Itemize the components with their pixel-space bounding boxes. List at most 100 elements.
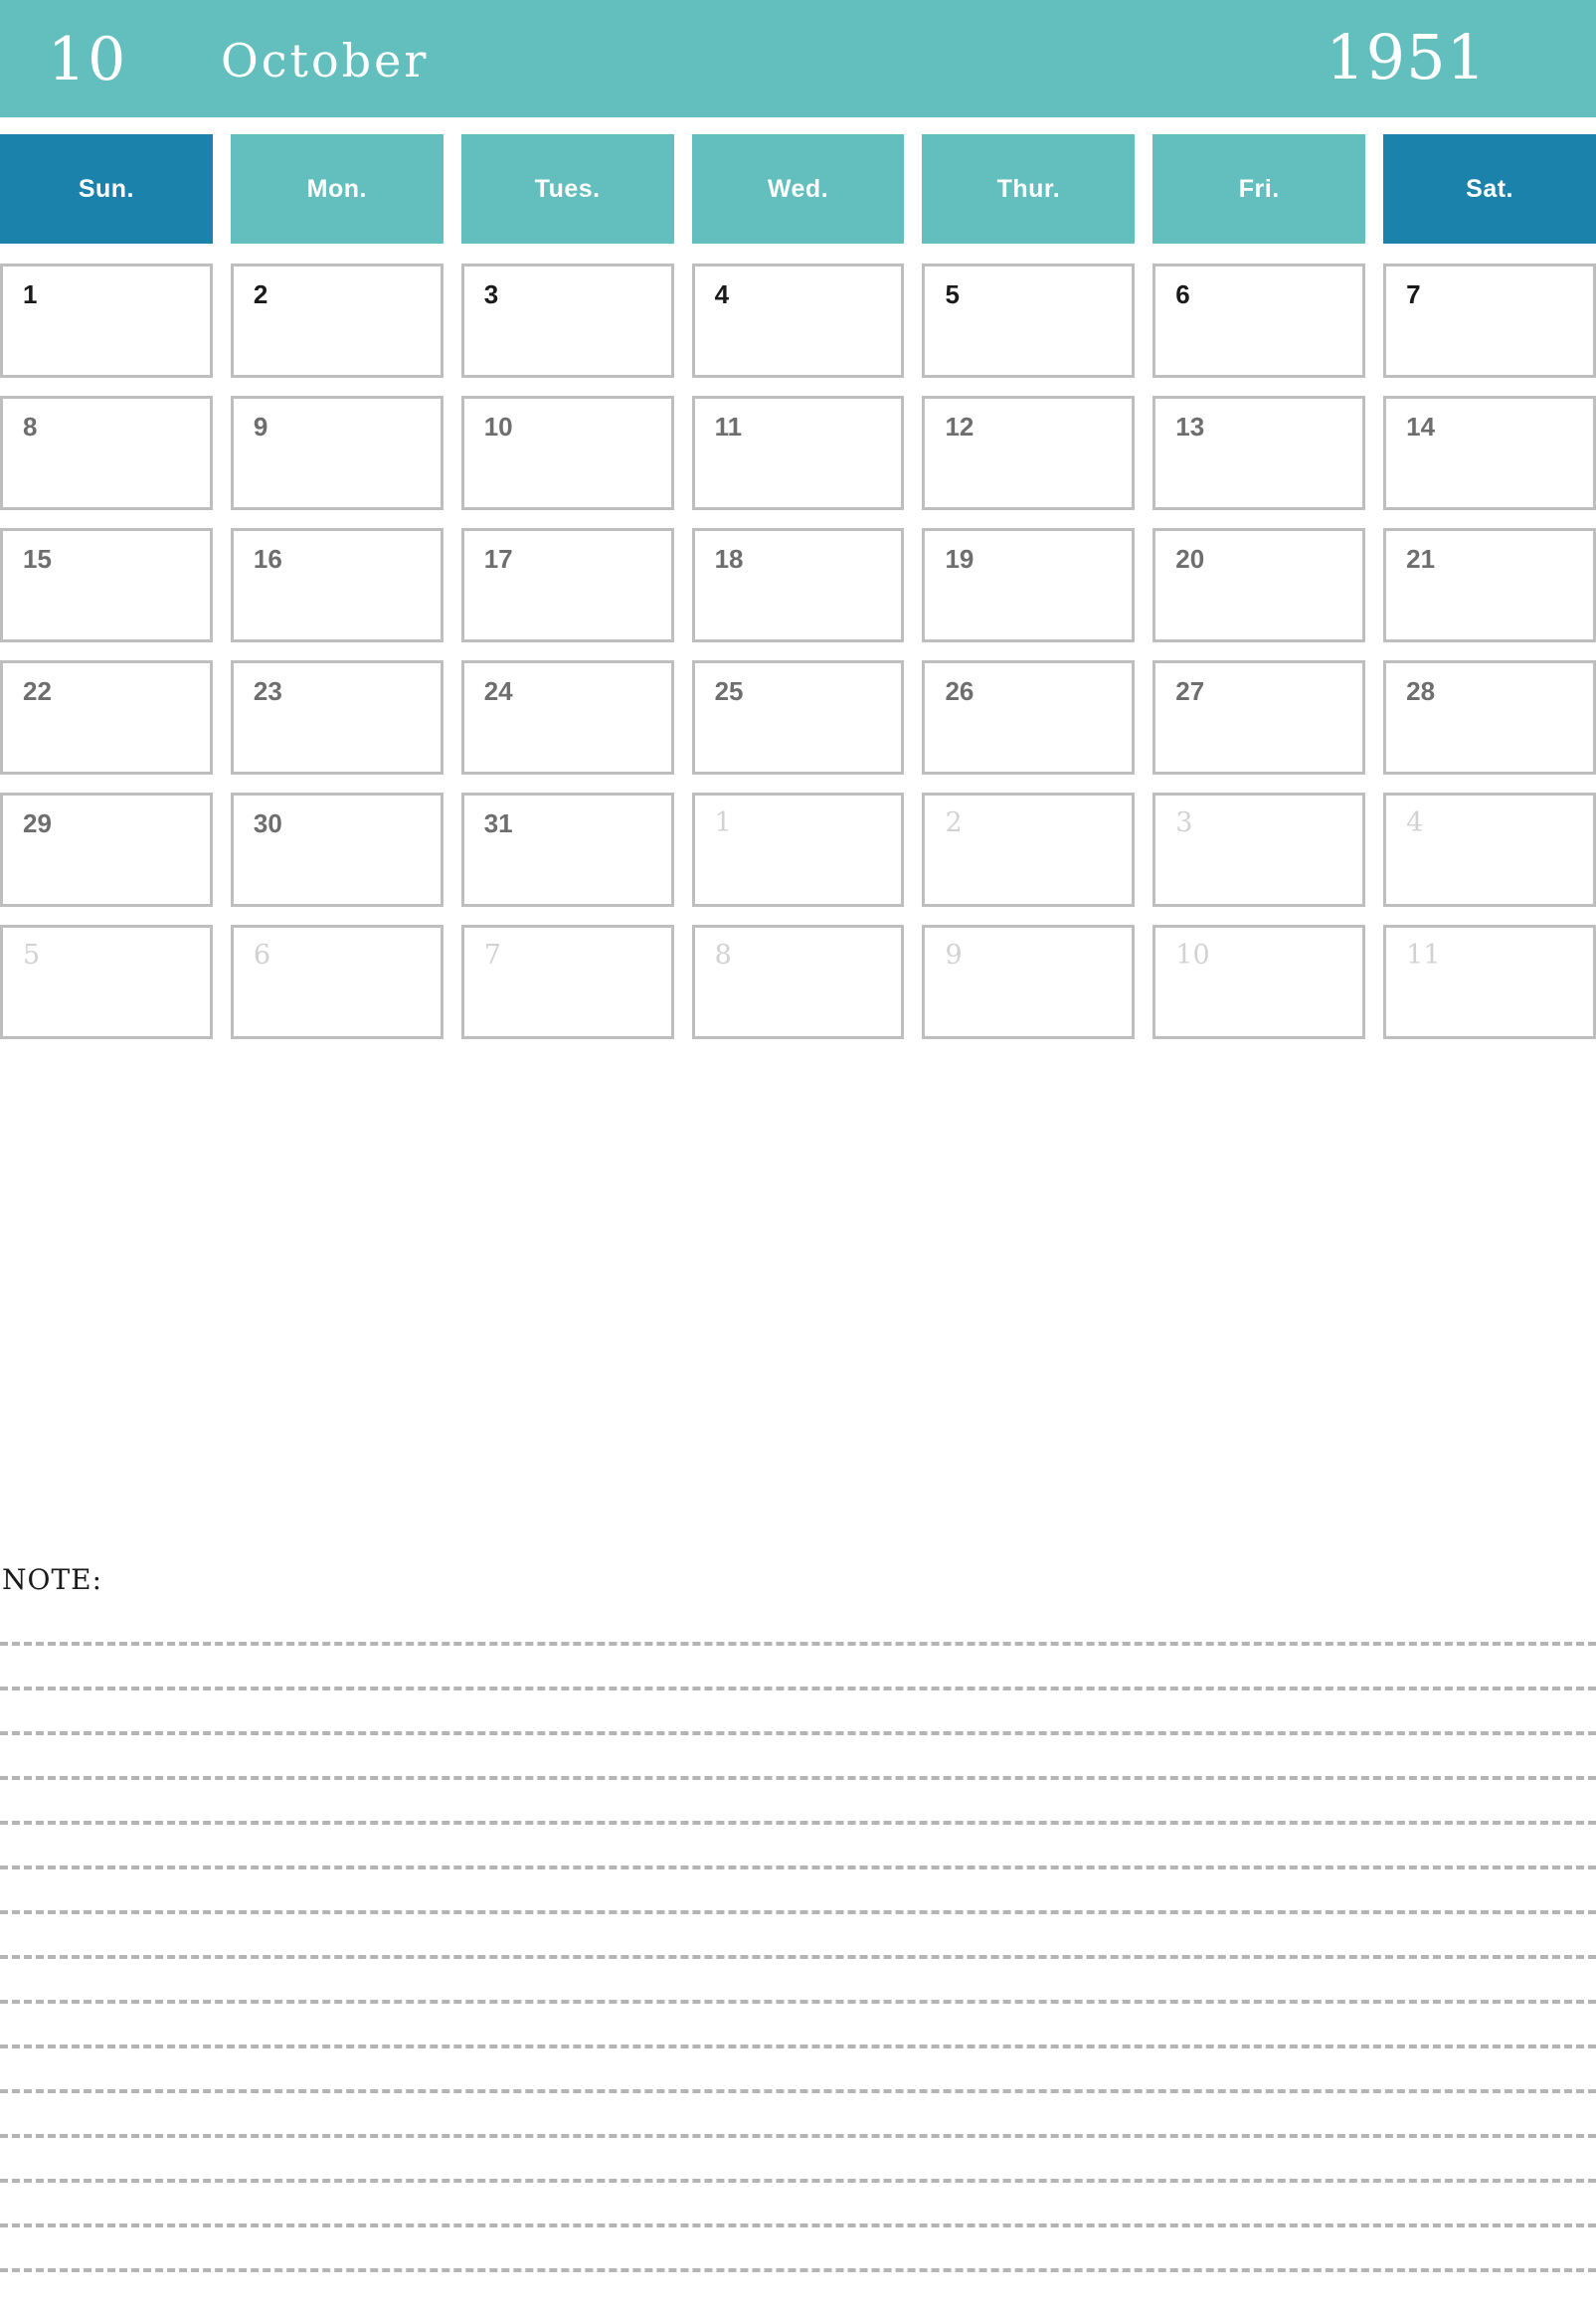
day-cell[interactable]: 22 (0, 660, 213, 775)
day-cell[interactable]: 1 (0, 264, 213, 378)
note-line[interactable] (0, 1646, 1596, 1690)
week-row: 5 6 7 8 9 10 11 (0, 925, 1596, 1039)
note-line[interactable] (0, 2093, 1596, 2138)
day-cell[interactable]: 9 (922, 925, 1136, 1039)
weekday-header-tues: Tues. (460, 134, 674, 244)
day-number: 10 (1175, 940, 1210, 971)
day-cell[interactable]: 6 (230, 925, 443, 1039)
day-number: 20 (1175, 544, 1205, 574)
day-number: 3 (483, 279, 499, 309)
day-number: 4 (714, 279, 730, 309)
day-number: 6 (1175, 279, 1190, 309)
day-cell[interactable]: 13 (1153, 396, 1366, 510)
day-number: 4 (1406, 807, 1424, 838)
week-row: 1 2 3 4 5 6 7 (0, 264, 1596, 378)
day-cell[interactable]: 15 (0, 528, 213, 642)
day-cell[interactable]: 4 (1383, 793, 1596, 907)
weekday-header-thur: Thur. (922, 134, 1136, 244)
day-cell[interactable]: 10 (1153, 925, 1366, 1039)
day-cell[interactable]: 7 (460, 925, 674, 1039)
weekday-label: Sat. (1466, 174, 1514, 203)
day-cell[interactable]: 31 (460, 793, 674, 907)
day-number: 29 (23, 808, 52, 838)
day-cell[interactable]: 6 (1153, 264, 1366, 378)
day-cell[interactable]: 8 (691, 925, 905, 1039)
note-line[interactable] (0, 2272, 1596, 2310)
day-number: 2 (253, 279, 268, 309)
day-cell[interactable]: 27 (1153, 660, 1366, 775)
day-cell[interactable]: 3 (460, 264, 674, 378)
note-line[interactable] (0, 2004, 1596, 2048)
day-cell[interactable]: 21 (1383, 528, 1596, 642)
day-cell[interactable]: 29 (0, 793, 213, 907)
note-line[interactable] (0, 2227, 1596, 2272)
day-number: 11 (714, 412, 743, 442)
calendar-page: 10 October 1951 Sun. Mon. Tues. Wed. Thur. Fr… (0, 0, 1596, 2310)
note-line[interactable] (0, 1690, 1596, 1735)
day-cell[interactable]: 5 (0, 925, 213, 1039)
day-number: 5 (23, 940, 41, 971)
day-number: 13 (1175, 412, 1205, 442)
day-number: 2 (945, 807, 963, 838)
day-number: 7 (483, 940, 501, 971)
month-header-band: 10 October 1951 (0, 0, 1596, 117)
day-cell[interactable]: 23 (230, 660, 443, 775)
note-line[interactable] (0, 2183, 1596, 2227)
day-cell[interactable]: 12 (922, 396, 1136, 510)
day-number: 26 (945, 676, 975, 706)
day-cell[interactable]: 1 (691, 793, 905, 907)
day-cell[interactable]: 2 (922, 793, 1136, 907)
day-number: 25 (714, 676, 744, 706)
day-cell[interactable]: 19 (922, 528, 1136, 642)
weekday-label: Tues. (534, 174, 601, 203)
day-cell[interactable]: 16 (230, 528, 443, 642)
note-label: NOTE: (2, 1563, 103, 1596)
day-number: 15 (23, 544, 52, 574)
note-line[interactable] (0, 1780, 1596, 1825)
day-number: 19 (945, 544, 975, 574)
day-cell[interactable]: 8 (0, 396, 213, 510)
weekday-label: Wed. (767, 174, 829, 203)
note-writing-lines[interactable] (0, 1601, 1596, 2310)
note-line[interactable] (0, 1735, 1596, 1780)
day-number: 11 (1406, 940, 1441, 971)
day-number: 8 (714, 940, 732, 971)
day-cell[interactable]: 20 (1153, 528, 1366, 642)
weekday-label: Sun. (78, 174, 135, 203)
day-number: 1 (23, 279, 38, 309)
day-cell[interactable]: 14 (1383, 396, 1596, 510)
weekday-header-wed: Wed. (691, 134, 905, 244)
day-cell[interactable]: 28 (1383, 660, 1596, 775)
week-row: 8 9 10 11 12 13 14 (0, 396, 1596, 510)
note-line[interactable] (0, 2138, 1596, 2183)
day-cell[interactable]: 17 (460, 528, 674, 642)
day-cell[interactable]: 5 (922, 264, 1136, 378)
day-cell[interactable]: 25 (691, 660, 905, 775)
weeks-container: 1 2 3 4 5 6 7 8 9 10 11 12 13 14 15 16 17 18 19 20 21 22 23 24 2… (0, 264, 1596, 1039)
day-cell[interactable]: 24 (460, 660, 674, 775)
note-line[interactable] (0, 1914, 1596, 1959)
note-line[interactable] (0, 1601, 1596, 1646)
weekday-header-fri: Fri. (1153, 134, 1366, 244)
day-cell[interactable]: 9 (230, 396, 443, 510)
day-cell[interactable]: 11 (691, 396, 905, 510)
day-number: 9 (945, 940, 963, 971)
day-cell[interactable]: 11 (1383, 925, 1596, 1039)
weekday-label: Mon. (306, 174, 367, 203)
day-number: 7 (1406, 279, 1421, 309)
day-cell[interactable]: 26 (922, 660, 1136, 775)
day-number: 16 (253, 544, 282, 574)
note-line[interactable] (0, 1959, 1596, 2004)
day-cell[interactable]: 10 (460, 396, 674, 510)
day-cell[interactable]: 2 (230, 264, 443, 378)
day-cell[interactable]: 4 (691, 264, 905, 378)
day-cell[interactable]: 7 (1383, 264, 1596, 378)
note-line[interactable] (0, 1825, 1596, 1869)
day-cell[interactable]: 18 (691, 528, 905, 642)
note-line[interactable] (0, 2048, 1596, 2093)
day-number: 17 (483, 544, 513, 574)
day-cell[interactable]: 30 (230, 793, 443, 907)
day-cell[interactable]: 3 (1153, 793, 1366, 907)
note-line[interactable] (0, 1869, 1596, 1914)
year-label: 1951 (1326, 21, 1487, 93)
